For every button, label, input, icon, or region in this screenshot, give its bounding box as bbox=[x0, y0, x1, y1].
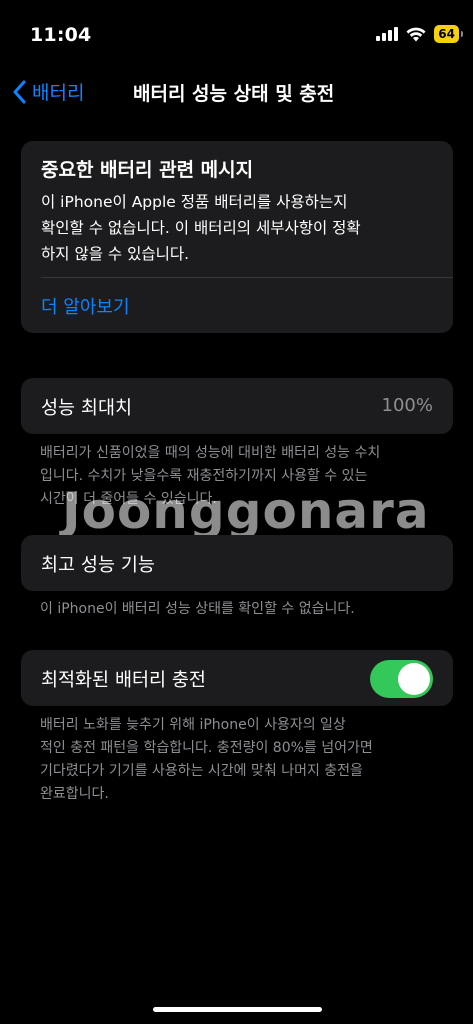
status-icons: 64 bbox=[376, 25, 463, 43]
peak-performance-footnote: 이 iPhone이 배터리 성능 상태를 확인할 수 없습니다. bbox=[40, 598, 435, 621]
back-label: 배터리 bbox=[32, 82, 85, 104]
message-title: 중요한 배터리 관련 메시지 bbox=[41, 159, 254, 181]
message-line: 하지 않을 수 있습니다. bbox=[41, 245, 190, 263]
battery-icon: 64 bbox=[434, 25, 463, 43]
screen: 11:04 64 배터리 배터리 성능 상태 및 충전 중요한 배터리 관련 메… bbox=[0, 0, 473, 1024]
message-line: 이 iPhone이 Apple 정품 배터리를 사용하는지 bbox=[41, 193, 348, 211]
peak-performance-row[interactable]: 최고 성능 기능 bbox=[21, 535, 453, 591]
divider bbox=[41, 277, 453, 278]
footnote-line: 배터리 노화를 늦추기 위해 iPhone이 사용자의 일상 bbox=[40, 717, 346, 733]
chevron-left-icon bbox=[13, 80, 26, 103]
battery-message-card: 중요한 배터리 관련 메시지 이 iPhone이 Apple 정품 배터리를 사… bbox=[21, 141, 453, 333]
home-indicator[interactable] bbox=[153, 1007, 322, 1012]
footnote-line: 적인 충전 패턴을 학습합니다. 충전량이 80%를 넘어가면 bbox=[40, 740, 373, 756]
footnote-line: 기다렸다가 기기를 사용하는 시간에 맞춰 나머지 충전을 bbox=[40, 763, 363, 779]
footnote-line: 배터리가 신품이었을 때의 성능에 대비한 배터리 성능 수치 bbox=[40, 445, 381, 461]
watermark: Joonggonara bbox=[62, 482, 430, 540]
toggle-knob bbox=[398, 663, 430, 695]
message-body: 이 iPhone이 Apple 정품 배터리를 사용하는지 확인할 수 없습니다… bbox=[41, 189, 436, 267]
footnote-line: 이 iPhone이 배터리 성능 상태를 확인할 수 없습니다. bbox=[40, 601, 355, 617]
message-line: 확인할 수 없습니다. 이 배터리의 세부사항이 정확 bbox=[41, 219, 361, 237]
cellular-signal-icon bbox=[376, 27, 399, 41]
optimized-charging-label: 최적화된 배터리 충전 bbox=[41, 670, 206, 691]
max-capacity-label: 성능 최대치 bbox=[41, 398, 132, 419]
footnote-line: 완료합니다. bbox=[40, 786, 109, 802]
learn-more-link[interactable]: 더 알아보기 bbox=[41, 293, 130, 319]
status-time: 11:04 bbox=[30, 24, 92, 46]
max-capacity-row: 성능 최대치 100% bbox=[21, 378, 453, 434]
peak-performance-label: 최고 성능 기능 bbox=[41, 555, 155, 576]
back-button[interactable]: 배터리 bbox=[12, 78, 84, 105]
page-title: 배터리 성능 상태 및 충전 bbox=[133, 83, 335, 105]
optimized-charging-footnote: 배터리 노화를 늦추기 위해 iPhone이 사용자의 일상 적인 충전 패턴을… bbox=[40, 714, 435, 806]
max-capacity-value: 100% bbox=[381, 395, 433, 416]
optimized-charging-row: 최적화된 배터리 충전 bbox=[21, 650, 453, 706]
wifi-icon bbox=[406, 27, 426, 41]
optimized-charging-toggle[interactable] bbox=[370, 660, 433, 698]
